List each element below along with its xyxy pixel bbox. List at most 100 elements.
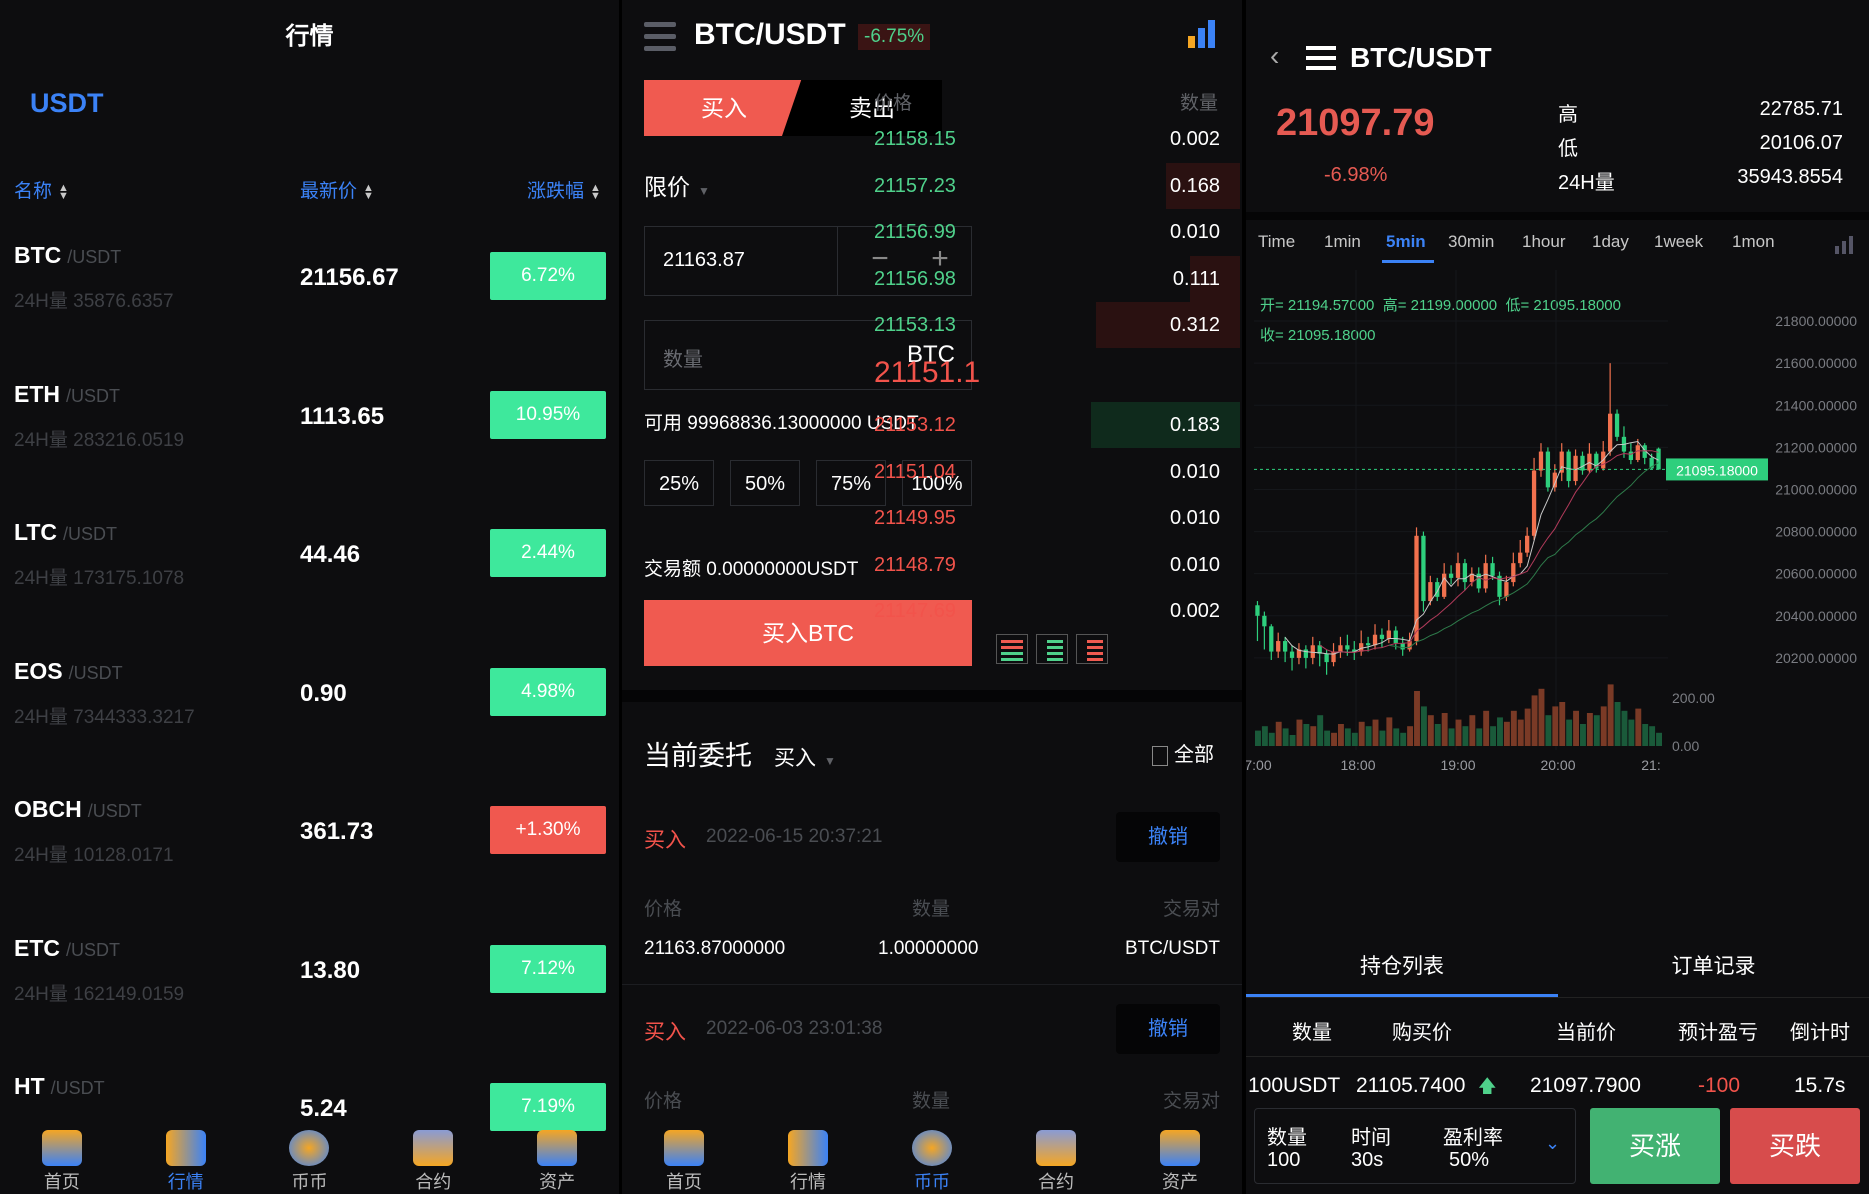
market-row[interactable]: LTC/USDT 24H量 173175.1078 44.46 2.44% bbox=[0, 499, 619, 637]
market-row[interactable]: BTC/USDT 24H量 35876.6357 21156.67 6.72% bbox=[0, 222, 619, 360]
candle-body bbox=[1269, 626, 1274, 652]
nav-assets-label: 资产 bbox=[539, 1172, 576, 1192]
volume-bar bbox=[1524, 708, 1531, 746]
volume-bar bbox=[1538, 688, 1545, 746]
orderbook-asks-icon[interactable] bbox=[1076, 634, 1108, 664]
market-row[interactable]: ETC/USDT 24H量 162149.0159 13.80 7.12% bbox=[0, 915, 619, 1053]
last-price: 5.24 bbox=[300, 1095, 347, 1122]
pos-countdown: 15.7s bbox=[1794, 1074, 1846, 1097]
volume-bar bbox=[1503, 721, 1510, 746]
sort-by-price[interactable]: 最新价 ▲ ▼ bbox=[300, 176, 374, 203]
last-price: 1113.65 bbox=[300, 402, 385, 430]
order-header-pair: 交易对 bbox=[1162, 1091, 1220, 1112]
stat-high: 22785.71 bbox=[1759, 98, 1843, 120]
timeframe-5min[interactable]: 5min bbox=[1386, 232, 1426, 252]
nav-home[interactable]: 首页 bbox=[12, 1124, 112, 1194]
orders-all-link[interactable]: 全部 bbox=[1152, 738, 1214, 767]
bid-row[interactable]: 21148.79 0.010 bbox=[860, 542, 1240, 588]
tab-order-records[interactable]: 订单记录 bbox=[1558, 950, 1869, 980]
nav-contract-label: 合约 bbox=[415, 1172, 452, 1192]
back-icon[interactable]: ‹ bbox=[1270, 40, 1279, 72]
nav-market[interactable]: 行情 bbox=[136, 1124, 236, 1194]
tab-positions[interactable]: 持仓列表 bbox=[1246, 950, 1558, 980]
moving-average-line bbox=[1284, 440, 1659, 655]
ask-row[interactable]: 21156.99 0.010 bbox=[860, 209, 1240, 255]
stat-vol-label: 24H量 bbox=[1558, 172, 1615, 194]
volume-bar bbox=[1400, 732, 1407, 746]
tab-buy[interactable]: 买入 bbox=[644, 80, 804, 136]
nav-market-label: 行情 bbox=[790, 1172, 826, 1192]
orderbook-both-icon[interactable] bbox=[996, 634, 1028, 664]
volume-24h: 24H量 283216.0519 bbox=[14, 429, 185, 451]
divider bbox=[837, 227, 838, 295]
order-type-select[interactable]: 限价 ▼ bbox=[644, 168, 710, 202]
market-row[interactable]: EOS/USDT 24H量 7344333.3217 0.90 4.98% bbox=[0, 638, 619, 776]
pct-50-button[interactable]: 50% bbox=[730, 460, 800, 506]
page-title: 行情 bbox=[285, 23, 334, 50]
volume-bar bbox=[1490, 726, 1497, 746]
qty-input[interactable]: 数量 bbox=[663, 343, 703, 372]
timeframe-1day[interactable]: 1day bbox=[1592, 232, 1629, 252]
timeframe-30min[interactable]: 30min bbox=[1448, 232, 1494, 252]
pos-pnl: -100 bbox=[1698, 1074, 1741, 1097]
orderbook-bids-icon[interactable] bbox=[1036, 634, 1068, 664]
list-icon[interactable] bbox=[1306, 46, 1336, 70]
candle-body bbox=[1573, 455, 1578, 482]
pct-25-button[interactable]: 25% bbox=[644, 460, 714, 506]
volume-bar bbox=[1282, 728, 1289, 746]
candle-body bbox=[1255, 605, 1260, 616]
pos-buy-price: 21105.7400 bbox=[1356, 1074, 1466, 1097]
quote-symbol: /USDT bbox=[50, 1078, 105, 1098]
change-badge: +1.30% bbox=[490, 806, 606, 854]
nav-home[interactable]: 首页 bbox=[634, 1124, 734, 1194]
timeframe-1hour[interactable]: 1hour bbox=[1522, 232, 1565, 252]
market-row[interactable]: OBCH/USDT 24H量 10128.0171 361.73 +1.30% bbox=[0, 776, 619, 914]
last-price: 21151.1 bbox=[874, 356, 981, 389]
stat-low-label: 低 bbox=[1558, 138, 1578, 160]
nav-coin[interactable]: 币币 bbox=[259, 1124, 359, 1194]
nav-assets[interactable]: 资产 bbox=[507, 1124, 607, 1194]
menu-icon[interactable] bbox=[644, 22, 676, 51]
market-row[interactable]: ETH/USDT 24H量 283216.0519 1113.65 10.95% bbox=[0, 361, 619, 499]
bid-price: 21151.04 bbox=[874, 460, 956, 483]
order-side: 买入 bbox=[644, 1021, 686, 1044]
cancel-order-button[interactable]: 撤销 bbox=[1116, 1004, 1220, 1054]
nav-coin[interactable]: 币币 bbox=[882, 1124, 982, 1194]
ask-row[interactable]: 21158.15 0.002 bbox=[860, 116, 1240, 162]
chart-bars-icon bbox=[165, 1130, 206, 1166]
sort-by-name[interactable]: 名称 ▲ ▼ bbox=[14, 176, 69, 203]
bid-row[interactable]: 21153.12 0.183 bbox=[860, 402, 1240, 448]
cancel-order-button[interactable]: 撤销 bbox=[1116, 812, 1220, 862]
bid-row[interactable]: 21151.04 0.010 bbox=[860, 449, 1240, 495]
ask-row[interactable]: 21157.23 0.168 bbox=[860, 162, 1240, 209]
buy-down-button[interactable]: 买跌 bbox=[1730, 1108, 1860, 1184]
indicator-icon[interactable] bbox=[1833, 232, 1861, 254]
market-panel: 行情 USDT 名称 ▲ ▼ 最新价 ▲ ▼ 涨跌幅 ▲ ▼ BTC/USDT 24H量 35… bbox=[0, 0, 619, 1194]
buy-up-button[interactable]: 买涨 bbox=[1590, 1108, 1720, 1184]
chart-bars-icon[interactable] bbox=[1186, 16, 1222, 48]
y-tick-label: 21600.00000 bbox=[1775, 355, 1857, 371]
nav-contract[interactable]: 合约 bbox=[383, 1124, 483, 1194]
volume-24h: 24H量 10128.0171 bbox=[14, 845, 174, 866]
candlestick-chart[interactable]: 21800.00000 21600.00000 21400.00000 21200.0… bbox=[1246, 270, 1869, 920]
volume-bar bbox=[1656, 732, 1662, 746]
orders-filter-select[interactable]: 买入 ▼ bbox=[774, 742, 836, 772]
price-input[interactable]: 21163.87 bbox=[663, 249, 745, 272]
bid-row[interactable]: 21147.69 0.002 bbox=[860, 588, 1240, 634]
nav-contract[interactable]: 合约 bbox=[1006, 1124, 1106, 1194]
timeframe-1min[interactable]: 1min bbox=[1324, 232, 1361, 252]
timeframe-time[interactable]: Time bbox=[1258, 232, 1295, 252]
ask-row[interactable]: 21153.13 0.312 bbox=[860, 302, 1240, 348]
candle-body bbox=[1580, 455, 1585, 471]
ask-row[interactable]: 21156.98 0.111 bbox=[860, 255, 1240, 302]
order-params-select[interactable]: 数量 100 时间 30s 盈利率 50% ⌄ bbox=[1254, 1108, 1576, 1184]
symbol: ETH/USDT bbox=[14, 380, 120, 407]
bid-row[interactable]: 21149.95 0.010 bbox=[860, 495, 1240, 541]
nav-assets[interactable]: 资产 bbox=[1130, 1124, 1230, 1194]
y-tick-label: 20400.00000 bbox=[1775, 608, 1857, 624]
timeframe-1mon[interactable]: 1mon bbox=[1732, 232, 1775, 252]
quote-tab-usdt[interactable]: USDT bbox=[30, 88, 104, 119]
sort-by-change[interactable]: 涨跌幅 ▲ ▼ bbox=[527, 176, 601, 203]
timeframe-1week[interactable]: 1week bbox=[1654, 232, 1703, 252]
nav-market[interactable]: 行情 bbox=[758, 1124, 858, 1194]
